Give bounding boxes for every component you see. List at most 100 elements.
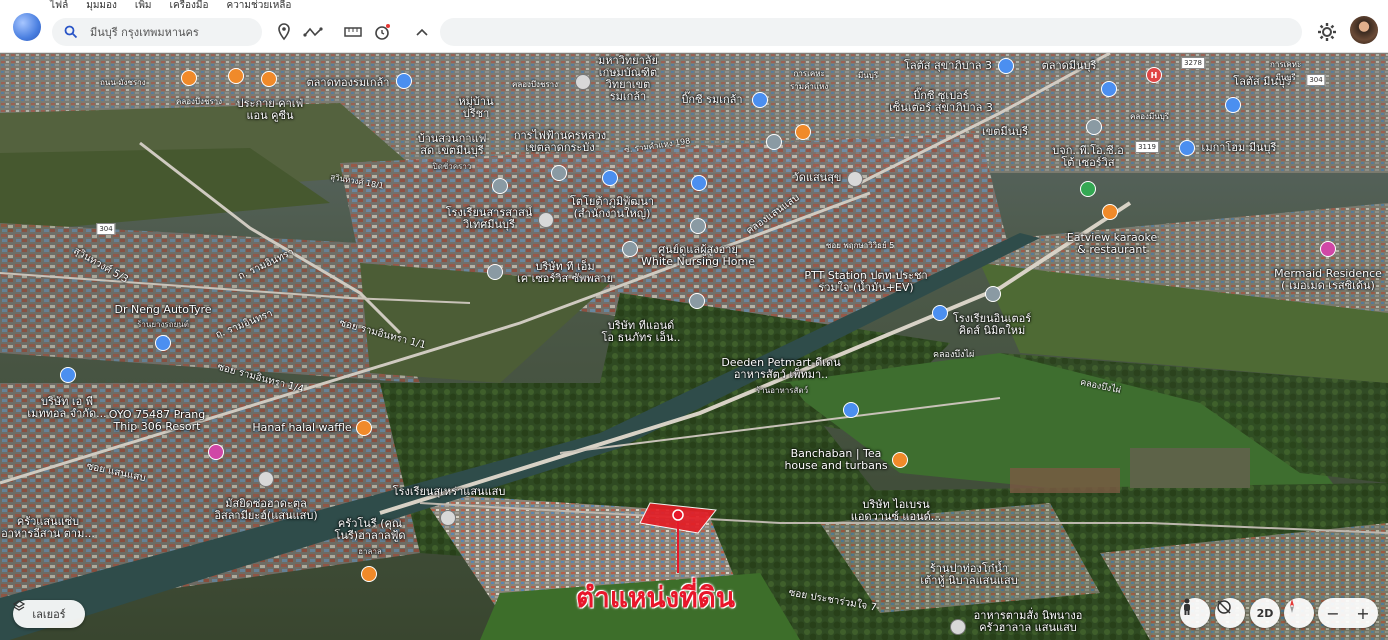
user-avatar[interactable] xyxy=(1350,16,1378,44)
map-label[interactable]: มัสยิดซ่อฮาดะตุล อิสลามียะฮ์(แสนแสบ) xyxy=(214,498,317,522)
zoom-out-button[interactable]: − xyxy=(1318,598,1348,628)
map-label[interactable]: Banchaban | Tea house and turbans xyxy=(784,448,887,472)
government-pin-icon[interactable] xyxy=(766,134,782,150)
historical-imagery-icon[interactable] xyxy=(371,21,393,43)
map-label[interactable]: ครัวโนรี (คุณ โนรี)ฮาลาลฟู้ด xyxy=(334,518,405,542)
mosque-pin-icon[interactable] xyxy=(258,471,274,487)
map-label[interactable]: เมกาโฮม มีนบุรี xyxy=(1202,142,1277,154)
school-pin-icon[interactable] xyxy=(575,74,591,90)
street-view-pegman-icon[interactable] xyxy=(1180,598,1210,628)
map-label[interactable]: บิ๊กซี ซูเปอร์ เซ็นเตอร์ สุขาภิบาล 3 xyxy=(889,90,993,114)
map-label[interactable]: วัดแสนสุข xyxy=(793,172,842,184)
parcel-marker-icon[interactable] xyxy=(672,509,684,521)
place-pin-icon[interactable] xyxy=(689,293,705,309)
place-pin-icon[interactable] xyxy=(551,165,567,181)
map-label[interactable]: บิ๊กซี รมเกล้า xyxy=(681,94,742,106)
menu-file[interactable]: ไฟล์ xyxy=(50,0,68,12)
zoom-in-button[interactable]: + xyxy=(1348,598,1378,628)
map-label[interactable]: บริษัท ที เอ็ม เค เซอร์วิส ซัพพลาย xyxy=(517,261,613,285)
shopping-pin-icon[interactable] xyxy=(155,335,171,351)
shopping-pin-icon[interactable] xyxy=(843,402,859,418)
map-label[interactable]: บริษัท เอ พี เมททอล จำกัด... xyxy=(27,396,106,420)
map-label[interactable]: โรงเรียนสารสาสน์ วิเทศมีนบุรี xyxy=(446,207,533,231)
shopping-pin-icon[interactable] xyxy=(998,58,1014,74)
map-label[interactable]: Mermaid Residence ( เมอเมด เรสซิเด้น) xyxy=(1274,268,1382,292)
restaurant-pin-icon[interactable] xyxy=(181,70,197,86)
lodging-pin-icon[interactable] xyxy=(1320,241,1336,257)
map-label[interactable]: เขตมีนบุรี xyxy=(982,126,1028,138)
shopping-pin-icon[interactable] xyxy=(752,92,768,108)
map-label[interactable]: ศูนย์ดูแลผู้สูงอายุ White Nursing Home xyxy=(641,244,755,268)
path-icon[interactable] xyxy=(302,21,324,43)
map-label[interactable]: ประกาย คาเฟ่ แอน คูซีน xyxy=(237,98,304,122)
map-label[interactable]: PTT Station ปตท ประชา ร่วมใจ (น้ำมัน+EV) xyxy=(804,270,927,294)
map-label[interactable]: อาหารตามสั่ง นิพนางอ ครัวฮาลาล แสนแสบ xyxy=(974,610,1083,634)
place-pin-icon[interactable] xyxy=(690,218,706,234)
search-input[interactable] xyxy=(88,24,262,40)
satellite-map-view[interactable]: ตลาดทองรมเกล้า มหาวิทยาลัย เกษมบัณฑิต วิ… xyxy=(0,53,1388,640)
earth-logo-icon[interactable] xyxy=(13,13,41,41)
menu-help[interactable]: ความช่วยเหลือ xyxy=(227,0,292,12)
place-pin-icon[interactable] xyxy=(950,619,966,635)
ruler-icon[interactable] xyxy=(342,21,364,43)
temple-pin-icon[interactable] xyxy=(847,171,863,187)
map-label[interactable]: บจก. พี.โอ.ซี.อ โต้ เซอร์วิส xyxy=(1052,145,1123,169)
map-label[interactable]: OYO 75487 Prang Thip 306 Resort xyxy=(109,409,205,433)
place-pin-icon[interactable] xyxy=(492,178,508,194)
restaurant-pin-icon[interactable] xyxy=(361,566,377,582)
settings-gear-icon[interactable] xyxy=(1316,21,1338,43)
collapse-chevron-icon[interactable] xyxy=(411,21,433,43)
restaurant-pin-icon[interactable] xyxy=(356,420,372,436)
place-pin-icon[interactable] xyxy=(622,241,638,257)
layers-button[interactable]: เลเยอร์ xyxy=(13,600,85,628)
hospital-pin-icon[interactable]: H xyxy=(1146,67,1162,83)
map-label[interactable]: มหาวิทยาลัย เกษมบัณฑิต วิทยาเขต รมเกล้า xyxy=(598,55,658,103)
toggle-2d-button[interactable]: 2D xyxy=(1250,598,1280,628)
school-pin-icon[interactable] xyxy=(538,212,554,228)
restaurant-pin-icon[interactable] xyxy=(795,124,811,140)
map-label[interactable]: โรงเรียนสุเหร่าแสนแสบ xyxy=(393,486,506,498)
map-label[interactable]: Deeden Petmart-ดีเดน อาหารสัตว์ เพ็ทมา.. xyxy=(721,357,840,381)
restaurant-pin-icon[interactable] xyxy=(892,452,908,468)
map-label[interactable]: ร้านปาท่องโก๋น้ำ เต้าหู้ นิบาลแสนแสบ xyxy=(920,563,1017,587)
map-label[interactable]: Dr Neng AutoTyre xyxy=(114,304,211,316)
restaurant-pin-icon[interactable] xyxy=(228,68,244,84)
place-pin-icon[interactable] xyxy=(273,21,295,43)
map-label[interactable]: หมู่บ้าน ปรีชา xyxy=(458,96,493,120)
lodging-pin-icon[interactable] xyxy=(208,444,224,460)
shopping-pin-icon[interactable] xyxy=(60,367,76,383)
map-label[interactable]: ตลาดทองรมเกล้า xyxy=(307,77,390,89)
map-label[interactable]: บริษัท ไอเบรน แอดวานซ์ แอนด์... xyxy=(851,499,942,523)
restaurant-pin-icon[interactable] xyxy=(261,71,277,87)
map-label[interactable]: Hanaf halal waffle xyxy=(252,422,351,434)
map-label[interactable]: โรงเรียนอินเตอร์ คิดส์ นิมิตใหม่ xyxy=(953,313,1031,337)
shopping-pin-icon[interactable] xyxy=(1179,140,1195,156)
map-label[interactable]: บ้านสวนกาแฟ สด เขตมีนบุรี xyxy=(418,133,487,157)
map-label[interactable]: ครัวแสนแซ่บ อาหารอีสาน ตาม... xyxy=(1,516,95,540)
place-pin-icon[interactable] xyxy=(1086,119,1102,135)
restaurant-pin-icon[interactable] xyxy=(1102,204,1118,220)
place-pin-icon[interactable] xyxy=(487,264,503,280)
map-label[interactable]: Eatview karaoke & restaurant xyxy=(1067,232,1158,256)
map-label[interactable]: โลตัส สุขาภิบาล 3 xyxy=(904,60,992,72)
menu-add[interactable]: เพิ่ม xyxy=(135,0,152,12)
map-label[interactable]: ตลาดมีนบุรี xyxy=(1042,60,1097,72)
shopping-pin-icon[interactable] xyxy=(691,175,707,191)
map-label[interactable]: บริษัท ทีแอนด์ โอ ธนภัทร เอ็น.. xyxy=(601,320,680,344)
shopping-pin-icon[interactable] xyxy=(396,73,412,89)
shopping-pin-icon[interactable] xyxy=(1225,97,1241,113)
shopping-pin-icon[interactable] xyxy=(1101,81,1117,97)
road-label: คลองบึงชราง xyxy=(512,80,559,89)
menu-view[interactable]: มุมมอง xyxy=(86,0,117,12)
gas-station-pin-icon[interactable] xyxy=(932,305,948,321)
menu-tools[interactable]: เครื่องมือ xyxy=(170,0,209,12)
park-pin-icon[interactable] xyxy=(1080,181,1096,197)
compass-icon[interactable] xyxy=(1284,598,1314,628)
shopping-pin-icon[interactable] xyxy=(602,170,618,186)
reset-tilt-icon[interactable] xyxy=(1215,598,1245,628)
school-pin-icon[interactable] xyxy=(440,510,456,526)
place-pin-icon[interactable] xyxy=(985,286,1001,302)
map-label[interactable]: การไฟฟ้านครหลวง เขตลาดกระบัง xyxy=(514,130,606,154)
map-label[interactable]: โตโยต้าภูมิพัฒนา (สำนักงานใหญ่) xyxy=(570,196,654,220)
search-box[interactable] xyxy=(52,18,262,46)
